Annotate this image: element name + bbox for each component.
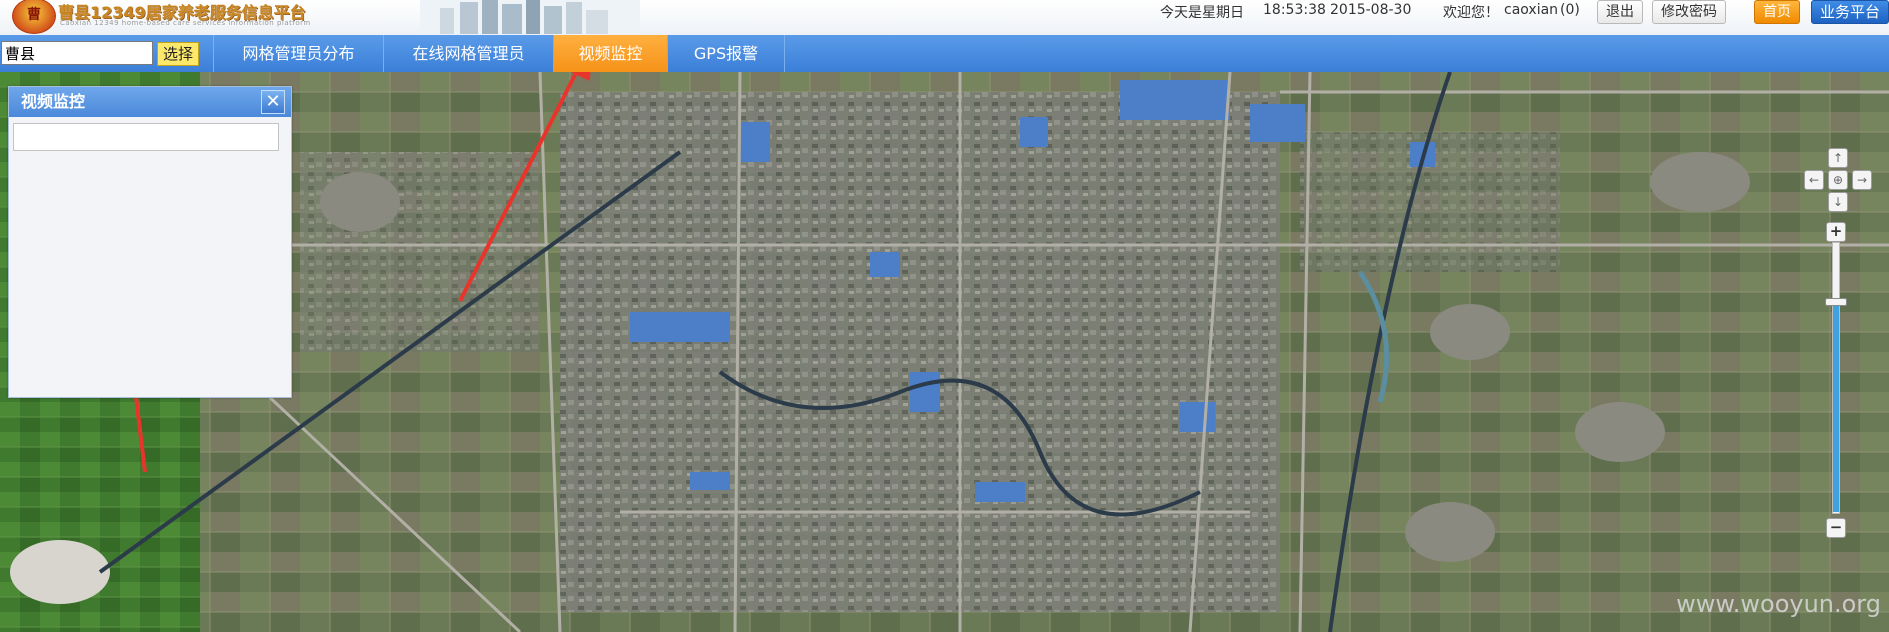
select-region-button[interactable]: 选择 <box>157 42 199 66</box>
home-button[interactable]: 首页 <box>1754 0 1800 24</box>
zoom-level-fill <box>1833 302 1839 512</box>
logo-badge-icon: 曹 <box>12 0 56 34</box>
skyline-banner-image <box>420 0 640 34</box>
video-monitoring-panel: 视频监控 ✕ <box>8 86 292 398</box>
logo-subtitle: Caoxian 12349 home-based care services i… <box>60 19 311 27</box>
watermark-text: www.wooyun.org <box>1676 590 1881 618</box>
tab-grid-manager-distribution[interactable]: 网格管理员分布 <box>213 35 383 72</box>
zoom-out-button[interactable]: − <box>1826 518 1846 538</box>
pan-up-icon[interactable]: ↑ <box>1828 148 1848 168</box>
zoom-in-button[interactable]: + <box>1826 222 1846 242</box>
username-link[interactable]: caoxian <box>1504 2 1558 18</box>
zoom-slider-handle[interactable] <box>1825 298 1847 306</box>
current-time: 18:53:38 <box>1263 2 1326 18</box>
change-password-button[interactable]: 修改密码 <box>1652 0 1726 24</box>
panel-title: 视频监控 <box>9 87 291 117</box>
main-nav: 选择 网格管理员分布 在线网格管理员 视频监控 GPS报警 <box>0 35 1889 73</box>
logout-button[interactable]: 退出 <box>1597 0 1643 24</box>
pan-left-icon[interactable]: ← <box>1804 170 1824 190</box>
map-pan-control: ↑ ← ⊕ → ↓ <box>1804 148 1874 218</box>
site-logo[interactable]: 曹 曹县12349居家养老服务信息平台 Caoxian 12349 home-b… <box>8 0 318 34</box>
pan-center-icon[interactable]: ⊕ <box>1828 170 1848 190</box>
tab-video-monitoring[interactable]: 视频监控 <box>553 35 667 72</box>
header-bar: 曹 曹县12349居家养老服务信息平台 Caoxian 12349 home-b… <box>0 0 1889 36</box>
close-icon[interactable]: ✕ <box>261 90 285 114</box>
weekday-text: 今天是星期日 <box>1160 5 1244 21</box>
panel-search-input[interactable] <box>13 123 279 151</box>
tab-gps-alarm[interactable]: GPS报警 <box>667 35 785 72</box>
pan-right-icon[interactable]: → <box>1852 170 1872 190</box>
welcome-text: 欢迎您！ <box>1443 5 1499 21</box>
tab-online-grid-managers[interactable]: 在线网格管理员 <box>383 35 553 72</box>
region-search-input[interactable] <box>1 41 153 65</box>
current-date: 2015-08-30 <box>1330 2 1412 18</box>
pan-down-icon[interactable]: ↓ <box>1828 192 1848 212</box>
business-platform-button[interactable]: 业务平台 <box>1811 0 1889 24</box>
message-count[interactable]: (0) <box>1560 2 1580 18</box>
